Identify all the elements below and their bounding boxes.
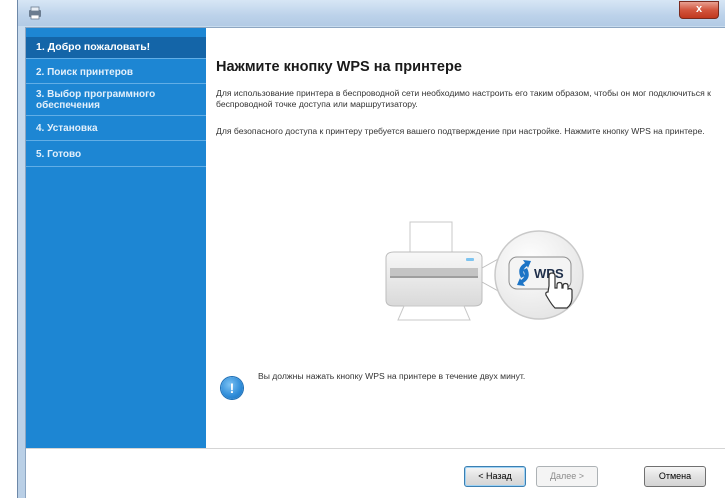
step-find-printers: 2. Поиск принтеров xyxy=(26,61,206,84)
page-title: Нажмите кнопку WPS на принтере xyxy=(216,59,462,75)
step-welcome: 1. Добро пожаловать! xyxy=(26,37,206,59)
next-button[interactable]: Далее > xyxy=(536,466,598,487)
back-button[interactable]: < Назад xyxy=(464,466,526,487)
wps-illustration: WPS xyxy=(385,221,584,321)
installer-window: x 1. Добро пожаловать! 2. Поиск принтеро… xyxy=(17,0,725,498)
step-select-software: 3. Выбор программного обеспечения xyxy=(26,86,206,116)
security-paragraph: Для безопасного доступа к принтеру требу… xyxy=(216,126,705,136)
step-install: 4. Установка xyxy=(26,117,206,141)
step-done: 5. Готово xyxy=(26,143,206,167)
printer-icon xyxy=(385,221,483,321)
wizard-footer: < Назад Далее > Отмена xyxy=(26,448,725,498)
description-paragraph: Для использование принтера в беспроводно… xyxy=(216,88,711,109)
close-button[interactable]: x xyxy=(679,1,719,19)
timeout-notice: Вы должны нажать кнопку WPS на принтере … xyxy=(258,371,526,381)
title-bar[interactable]: x xyxy=(18,0,725,26)
wizard-client-area: 1. Добро пожаловать! 2. Поиск принтеров … xyxy=(25,27,725,498)
main-content: Нажмите кнопку WPS на принтере Для испол… xyxy=(206,28,725,448)
steps-sidebar: 1. Добро пожаловать! 2. Поиск принтеров … xyxy=(26,28,206,448)
app-icon xyxy=(29,6,41,20)
window-title xyxy=(198,5,628,19)
cancel-button[interactable]: Отмена xyxy=(644,466,706,487)
info-exclamation-icon: ! xyxy=(221,377,243,399)
